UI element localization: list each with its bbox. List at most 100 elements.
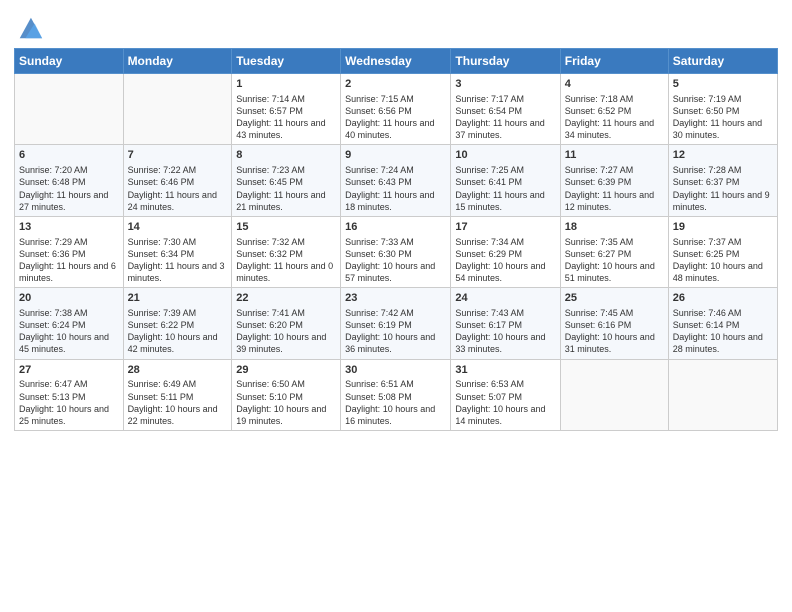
day-info: Sunrise: 6:50 AMSunset: 5:10 PMDaylight:…	[236, 378, 336, 427]
day-info: Sunrise: 7:43 AMSunset: 6:17 PMDaylight:…	[455, 307, 555, 356]
day-number: 8	[236, 148, 336, 163]
day-number: 15	[236, 220, 336, 235]
day-number: 20	[19, 291, 119, 306]
calendar-cell	[123, 74, 232, 145]
day-info: Sunrise: 7:25 AMSunset: 6:41 PMDaylight:…	[455, 164, 555, 213]
day-number: 27	[19, 363, 119, 378]
calendar-week-row: 27Sunrise: 6:47 AMSunset: 5:13 PMDayligh…	[15, 359, 778, 430]
day-info: Sunrise: 7:19 AMSunset: 6:50 PMDaylight:…	[673, 93, 773, 142]
calendar-table: SundayMondayTuesdayWednesdayThursdayFrid…	[14, 48, 778, 431]
weekday-header: Wednesday	[341, 49, 451, 74]
calendar-cell: 6Sunrise: 7:20 AMSunset: 6:48 PMDaylight…	[15, 145, 124, 216]
day-number: 14	[128, 220, 228, 235]
day-number: 7	[128, 148, 228, 163]
weekday-header: Monday	[123, 49, 232, 74]
day-number: 10	[455, 148, 555, 163]
day-number: 21	[128, 291, 228, 306]
day-number: 18	[565, 220, 664, 235]
day-number: 13	[19, 220, 119, 235]
day-number: 25	[565, 291, 664, 306]
header	[14, 10, 778, 42]
calendar-cell: 26Sunrise: 7:46 AMSunset: 6:14 PMDayligh…	[668, 288, 777, 359]
logo-icon	[16, 14, 44, 42]
calendar-cell: 28Sunrise: 6:49 AMSunset: 5:11 PMDayligh…	[123, 359, 232, 430]
weekday-header-row: SundayMondayTuesdayWednesdayThursdayFrid…	[15, 49, 778, 74]
weekday-header: Saturday	[668, 49, 777, 74]
calendar-week-row: 1Sunrise: 7:14 AMSunset: 6:57 PMDaylight…	[15, 74, 778, 145]
weekday-header: Tuesday	[232, 49, 341, 74]
day-number: 12	[673, 148, 773, 163]
day-info: Sunrise: 7:24 AMSunset: 6:43 PMDaylight:…	[345, 164, 446, 213]
day-number: 24	[455, 291, 555, 306]
calendar-cell: 3Sunrise: 7:17 AMSunset: 6:54 PMDaylight…	[451, 74, 560, 145]
day-number: 11	[565, 148, 664, 163]
calendar-cell: 30Sunrise: 6:51 AMSunset: 5:08 PMDayligh…	[341, 359, 451, 430]
day-number: 23	[345, 291, 446, 306]
calendar-cell: 20Sunrise: 7:38 AMSunset: 6:24 PMDayligh…	[15, 288, 124, 359]
day-info: Sunrise: 7:29 AMSunset: 6:36 PMDaylight:…	[19, 236, 119, 285]
day-number: 30	[345, 363, 446, 378]
weekday-header: Friday	[560, 49, 668, 74]
calendar-cell: 7Sunrise: 7:22 AMSunset: 6:46 PMDaylight…	[123, 145, 232, 216]
calendar-cell: 1Sunrise: 7:14 AMSunset: 6:57 PMDaylight…	[232, 74, 341, 145]
day-info: Sunrise: 7:46 AMSunset: 6:14 PMDaylight:…	[673, 307, 773, 356]
calendar-week-row: 20Sunrise: 7:38 AMSunset: 6:24 PMDayligh…	[15, 288, 778, 359]
calendar-week-row: 13Sunrise: 7:29 AMSunset: 6:36 PMDayligh…	[15, 216, 778, 287]
day-number: 17	[455, 220, 555, 235]
day-number: 3	[455, 77, 555, 92]
calendar-cell: 31Sunrise: 6:53 AMSunset: 5:07 PMDayligh…	[451, 359, 560, 430]
day-number: 31	[455, 363, 555, 378]
day-number: 26	[673, 291, 773, 306]
day-info: Sunrise: 6:47 AMSunset: 5:13 PMDaylight:…	[19, 378, 119, 427]
day-info: Sunrise: 7:14 AMSunset: 6:57 PMDaylight:…	[236, 93, 336, 142]
day-info: Sunrise: 7:27 AMSunset: 6:39 PMDaylight:…	[565, 164, 664, 213]
day-number: 1	[236, 77, 336, 92]
calendar-cell: 24Sunrise: 7:43 AMSunset: 6:17 PMDayligh…	[451, 288, 560, 359]
day-info: Sunrise: 7:42 AMSunset: 6:19 PMDaylight:…	[345, 307, 446, 356]
calendar-cell	[560, 359, 668, 430]
calendar-cell: 18Sunrise: 7:35 AMSunset: 6:27 PMDayligh…	[560, 216, 668, 287]
day-number: 9	[345, 148, 446, 163]
calendar-cell: 23Sunrise: 7:42 AMSunset: 6:19 PMDayligh…	[341, 288, 451, 359]
day-info: Sunrise: 6:53 AMSunset: 5:07 PMDaylight:…	[455, 378, 555, 427]
day-info: Sunrise: 7:38 AMSunset: 6:24 PMDaylight:…	[19, 307, 119, 356]
calendar-cell: 11Sunrise: 7:27 AMSunset: 6:39 PMDayligh…	[560, 145, 668, 216]
calendar-cell: 12Sunrise: 7:28 AMSunset: 6:37 PMDayligh…	[668, 145, 777, 216]
logo	[14, 14, 44, 42]
day-info: Sunrise: 7:30 AMSunset: 6:34 PMDaylight:…	[128, 236, 228, 285]
day-info: Sunrise: 7:41 AMSunset: 6:20 PMDaylight:…	[236, 307, 336, 356]
day-number: 28	[128, 363, 228, 378]
calendar-cell: 4Sunrise: 7:18 AMSunset: 6:52 PMDaylight…	[560, 74, 668, 145]
calendar-week-row: 6Sunrise: 7:20 AMSunset: 6:48 PMDaylight…	[15, 145, 778, 216]
calendar-cell: 13Sunrise: 7:29 AMSunset: 6:36 PMDayligh…	[15, 216, 124, 287]
day-number: 16	[345, 220, 446, 235]
calendar-cell: 9Sunrise: 7:24 AMSunset: 6:43 PMDaylight…	[341, 145, 451, 216]
day-number: 6	[19, 148, 119, 163]
day-info: Sunrise: 7:15 AMSunset: 6:56 PMDaylight:…	[345, 93, 446, 142]
calendar-cell: 29Sunrise: 6:50 AMSunset: 5:10 PMDayligh…	[232, 359, 341, 430]
weekday-header: Sunday	[15, 49, 124, 74]
day-info: Sunrise: 7:23 AMSunset: 6:45 PMDaylight:…	[236, 164, 336, 213]
day-info: Sunrise: 6:49 AMSunset: 5:11 PMDaylight:…	[128, 378, 228, 427]
calendar-cell: 16Sunrise: 7:33 AMSunset: 6:30 PMDayligh…	[341, 216, 451, 287]
day-info: Sunrise: 7:33 AMSunset: 6:30 PMDaylight:…	[345, 236, 446, 285]
day-info: Sunrise: 7:18 AMSunset: 6:52 PMDaylight:…	[565, 93, 664, 142]
calendar-cell	[668, 359, 777, 430]
day-info: Sunrise: 7:45 AMSunset: 6:16 PMDaylight:…	[565, 307, 664, 356]
calendar-cell: 22Sunrise: 7:41 AMSunset: 6:20 PMDayligh…	[232, 288, 341, 359]
day-info: Sunrise: 7:34 AMSunset: 6:29 PMDaylight:…	[455, 236, 555, 285]
calendar-cell: 25Sunrise: 7:45 AMSunset: 6:16 PMDayligh…	[560, 288, 668, 359]
calendar-cell: 5Sunrise: 7:19 AMSunset: 6:50 PMDaylight…	[668, 74, 777, 145]
day-info: Sunrise: 7:39 AMSunset: 6:22 PMDaylight:…	[128, 307, 228, 356]
page: SundayMondayTuesdayWednesdayThursdayFrid…	[0, 0, 792, 612]
calendar-cell: 19Sunrise: 7:37 AMSunset: 6:25 PMDayligh…	[668, 216, 777, 287]
day-info: Sunrise: 7:28 AMSunset: 6:37 PMDaylight:…	[673, 164, 773, 213]
day-info: Sunrise: 7:35 AMSunset: 6:27 PMDaylight:…	[565, 236, 664, 285]
day-info: Sunrise: 7:37 AMSunset: 6:25 PMDaylight:…	[673, 236, 773, 285]
calendar-cell: 8Sunrise: 7:23 AMSunset: 6:45 PMDaylight…	[232, 145, 341, 216]
calendar-cell: 27Sunrise: 6:47 AMSunset: 5:13 PMDayligh…	[15, 359, 124, 430]
weekday-header: Thursday	[451, 49, 560, 74]
day-number: 19	[673, 220, 773, 235]
calendar-cell: 21Sunrise: 7:39 AMSunset: 6:22 PMDayligh…	[123, 288, 232, 359]
day-number: 29	[236, 363, 336, 378]
